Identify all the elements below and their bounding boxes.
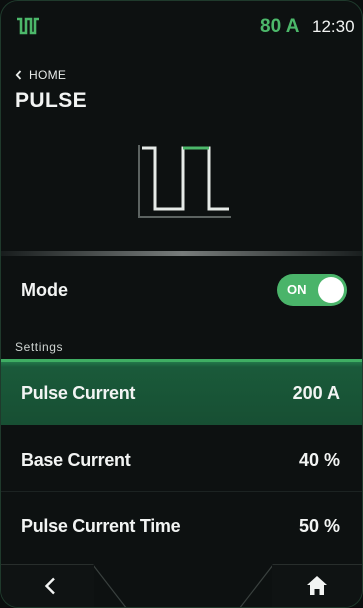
home-icon (307, 576, 327, 595)
setting-row-base-current[interactable]: Base Current 40 % (1, 427, 362, 493)
mode-row: Mode ON (1, 267, 362, 313)
page-title: PULSE (15, 89, 88, 112)
pulse-waveform-illustration (138, 145, 231, 218)
back-link-label: HOME (29, 68, 67, 82)
pulse-wave-icon (17, 17, 39, 35)
current-reading: 80 A (260, 16, 300, 37)
status-bar: 80 A 12:30 (1, 1, 362, 53)
mode-label: Mode (21, 280, 68, 300)
setting-name: Pulse Current (21, 383, 136, 403)
mode-toggle[interactable]: ON (277, 274, 347, 306)
setting-value: 200 A (292, 383, 340, 403)
back-button[interactable] (1, 563, 111, 607)
setting-value: 40 % (298, 450, 340, 470)
chevron-left-icon (44, 577, 55, 595)
setting-name: Pulse Current Time (21, 516, 181, 536)
setting-row-pulse-current-time[interactable]: Pulse Current Time 50 % (1, 493, 362, 559)
setting-value: 50 % (298, 516, 340, 536)
setting-name: Base Current (21, 450, 131, 470)
section-divider (1, 251, 362, 256)
settings-section-label: Settings (15, 340, 64, 354)
home-button[interactable] (263, 563, 362, 607)
chevron-left-icon (15, 70, 22, 80)
toggle-state-text: ON (287, 282, 307, 297)
setting-row-pulse-current[interactable]: Pulse Current 200 A (1, 359, 362, 425)
bottom-nav-bar (1, 563, 362, 607)
back-to-home-link[interactable]: HOME (15, 67, 66, 83)
device-screen: 80 A 12:30 HOME PULSE Mode ON Settings P… (0, 0, 363, 608)
clock: 12:30 (312, 17, 355, 36)
toggle-knob (318, 277, 344, 303)
